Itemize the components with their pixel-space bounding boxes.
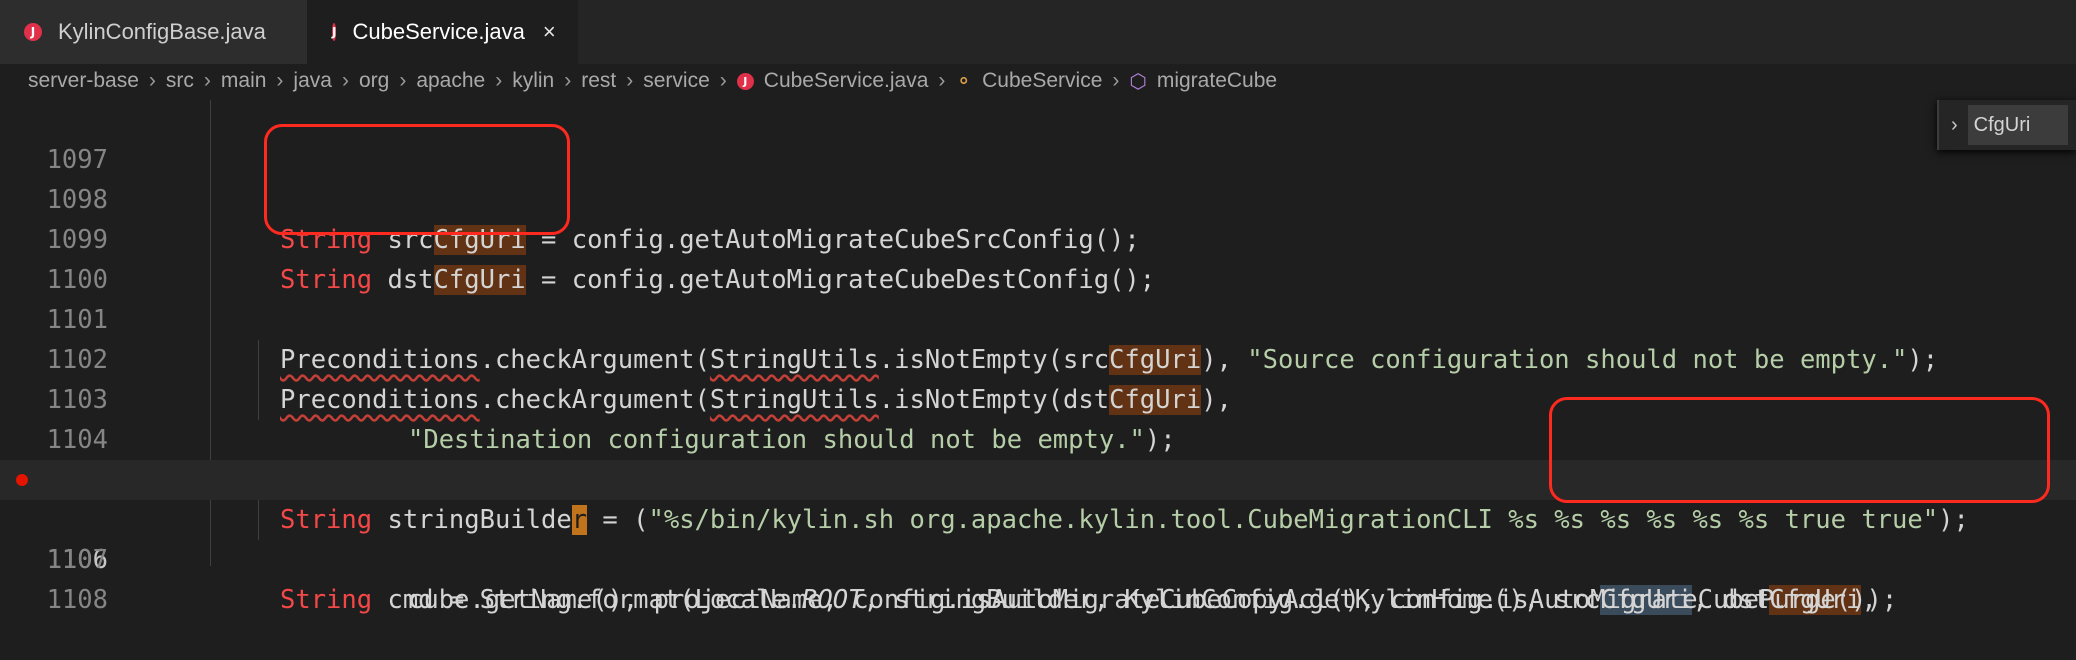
chevron-right-icon: › <box>148 69 156 92</box>
chevron-right-icon: › <box>1112 69 1120 92</box>
breadcrumb-item[interactable]: kylin <box>512 69 554 93</box>
breadcrumb-item[interactable]: java <box>293 69 332 93</box>
tab-label: KylinConfigBase.java <box>58 19 266 44</box>
tab-bar: J KylinConfigBase.java J CubeService.jav… <box>0 0 2076 64</box>
breakpoint-icon[interactable] <box>16 474 28 486</box>
code-line[interactable]: 1108 <box>0 540 2076 615</box>
breadcrumb-label: migrateCube <box>1156 69 1278 92</box>
breadcrumb: server-base › src › main › java › org › apach… <box>0 64 2076 98</box>
java-file-icon: J <box>24 23 42 41</box>
chevron-right-icon: › <box>276 69 284 92</box>
tab-kylin-config-base[interactable]: J KylinConfigBase.java <box>0 0 308 64</box>
tab-cube-service[interactable]: J CubeService.java × <box>308 0 578 64</box>
class-icon: ⚬ <box>955 70 973 93</box>
breadcrumb-item[interactable]: server-base <box>28 69 139 93</box>
chevron-right-icon: › <box>495 69 503 92</box>
code-line[interactable]: 1107 cube.getName(), projectName, config… <box>0 500 2076 615</box>
breadcrumb-label: CubeService.java <box>763 69 929 92</box>
keyword-token: String <box>280 585 373 615</box>
chevron-right-icon: › <box>341 69 349 92</box>
find-input[interactable] <box>1967 105 2068 145</box>
chevron-right-icon: › <box>203 69 211 92</box>
code-line[interactable]: 1102 Preconditions.checkArgument(StringU… <box>0 300 2076 415</box>
find-widget: › <box>1937 100 2076 150</box>
code-text: cube.getName(), projectName, config.isAu… <box>408 580 1897 620</box>
tab-label: CubeService.java <box>352 19 525 44</box>
line-number: 1108 <box>46 585 108 615</box>
breadcrumb-item[interactable]: org <box>359 69 389 93</box>
chevron-right-icon: › <box>719 69 727 92</box>
breadcrumb-item[interactable]: src <box>166 69 194 93</box>
breadcrumb-item[interactable]: main <box>221 69 267 93</box>
chevron-right-icon: › <box>399 69 407 92</box>
code-token: cube.getName(), projectName, config.isAu… <box>408 585 1898 615</box>
breadcrumb-item-file[interactable]: J CubeService.java <box>736 69 929 93</box>
java-file-icon: J <box>332 23 337 41</box>
breadcrumb-item-method[interactable]: ⬡ migrateCube <box>1129 69 1277 94</box>
breadcrumb-item[interactable]: rest <box>581 69 616 93</box>
code-line[interactable]: 1101 Preconditions.checkArgument(StringU… <box>0 260 2076 375</box>
annotation-box <box>264 124 570 235</box>
close-icon[interactable]: × <box>543 19 556 45</box>
method-cube-icon: ⬡ <box>1129 70 1147 93</box>
breadcrumb-item-class[interactable]: ⚬ CubeService <box>955 69 1102 94</box>
chevron-right-icon[interactable]: › <box>1951 114 1958 137</box>
java-file-icon: J <box>736 72 754 90</box>
chevron-right-icon: › <box>626 69 634 92</box>
breadcrumb-label: CubeService <box>982 69 1103 92</box>
breadcrumb-item[interactable]: service <box>643 69 710 93</box>
code-line[interactable]: 1103 "Destination configuration should n… <box>0 340 2076 455</box>
annotation-box <box>1549 397 2050 503</box>
chevron-right-icon: › <box>564 69 572 92</box>
chevron-right-icon: › <box>938 69 946 92</box>
breadcrumb-item[interactable]: apache <box>416 69 485 93</box>
